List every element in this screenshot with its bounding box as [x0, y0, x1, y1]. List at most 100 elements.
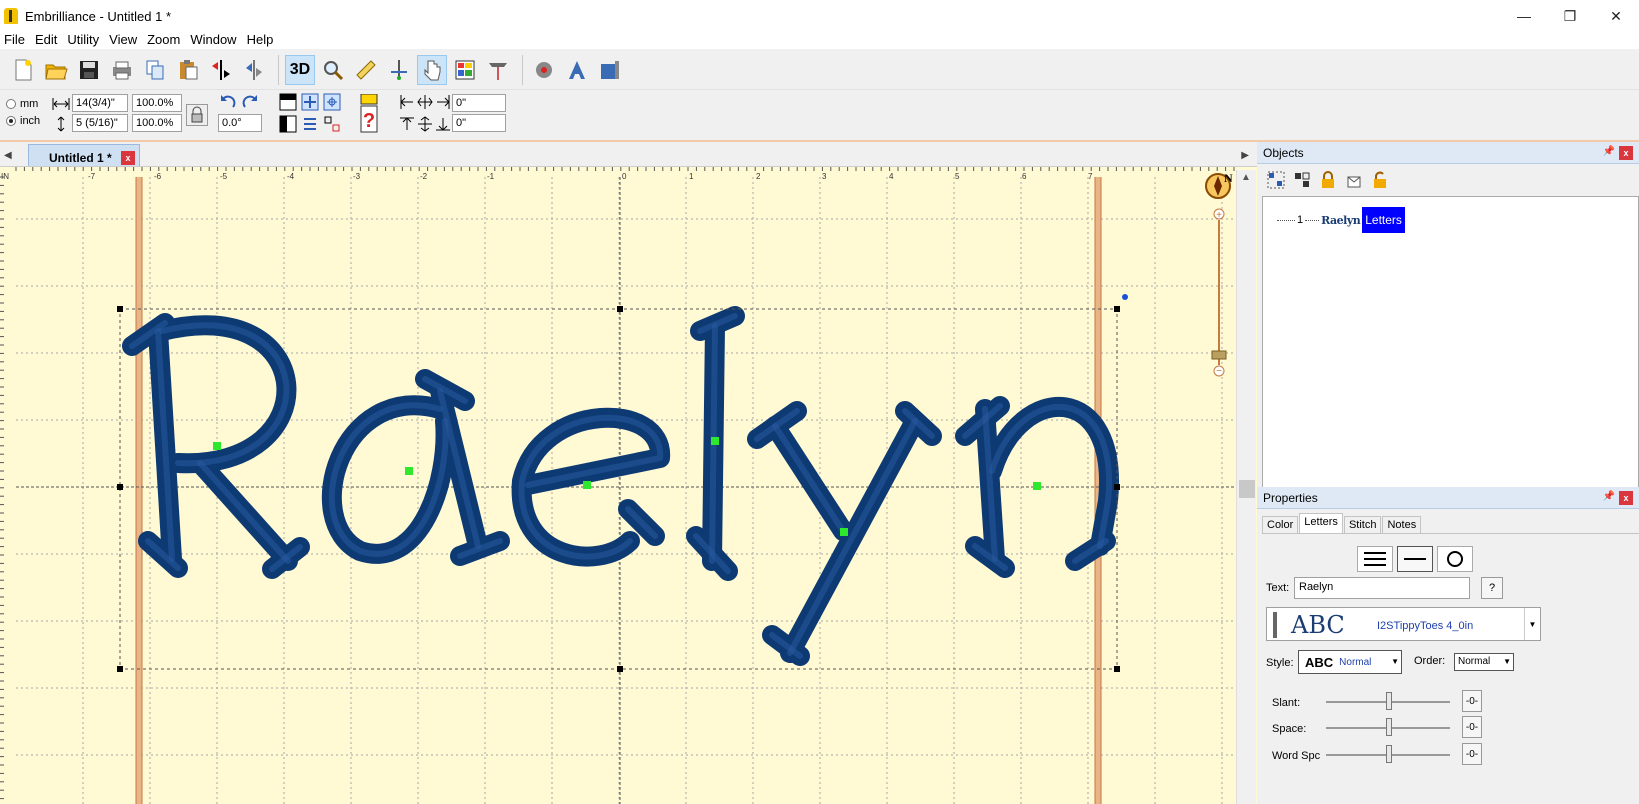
- selection-handle[interactable]: [617, 666, 623, 672]
- save-button[interactable]: [74, 55, 104, 85]
- order-select[interactable]: Normal ▼: [1454, 653, 1514, 671]
- align-left-button[interactable]: [278, 114, 298, 134]
- tab-notes[interactable]: Notes: [1382, 516, 1422, 533]
- menu-file[interactable]: File: [4, 32, 25, 47]
- select-button[interactable]: [417, 54, 447, 85]
- offset-center-v-button[interactable]: [415, 114, 435, 134]
- slant-value[interactable]: -0-: [1462, 690, 1482, 712]
- mirror-vertical-button[interactable]: [239, 55, 269, 85]
- help-hint-button[interactable]: ?: [358, 94, 380, 134]
- space-slider-thumb[interactable]: [1386, 718, 1392, 736]
- tree-item-letters[interactable]: 1 Raelyn Letters: [1277, 207, 1405, 233]
- settings-button[interactable]: [529, 55, 559, 85]
- copy-button[interactable]: [140, 55, 170, 85]
- close-objects-button[interactable]: x: [1619, 146, 1633, 160]
- tab-scroll-right-icon[interactable]: ▶: [1241, 150, 1249, 161]
- letter-marker[interactable]: [1033, 482, 1041, 490]
- letter-marker[interactable]: [840, 528, 848, 536]
- letter-marker[interactable]: [405, 467, 413, 475]
- offset-top-button[interactable]: [397, 114, 417, 134]
- close-properties-button[interactable]: x: [1619, 491, 1633, 505]
- width-field[interactable]: 14(3/4)": [72, 94, 128, 112]
- offset-bottom-button[interactable]: [433, 114, 453, 134]
- new-button[interactable]: [8, 55, 38, 85]
- rotate-left-button[interactable]: [218, 92, 238, 112]
- style-select[interactable]: ABC Normal ▼: [1298, 650, 1402, 674]
- minimize-button[interactable]: —: [1501, 0, 1547, 32]
- offset-x-field[interactable]: 0": [452, 94, 506, 112]
- lock-object-button[interactable]: [1317, 169, 1339, 191]
- 3d-view-button[interactable]: 3D: [285, 54, 315, 85]
- canvas-vertical-scrollbar[interactable]: ▲: [1236, 170, 1256, 804]
- menu-help[interactable]: Help: [247, 32, 274, 47]
- pin-icon[interactable]: 📌: [1603, 491, 1615, 502]
- offset-right-button[interactable]: [433, 92, 453, 112]
- lock-proportions-button[interactable]: [186, 104, 208, 126]
- offset-center-h-button[interactable]: [415, 92, 435, 112]
- offset-left-button[interactable]: [397, 92, 417, 112]
- zoom-slider-thumb[interactable]: [1211, 350, 1227, 360]
- menu-window[interactable]: Window: [190, 32, 236, 47]
- order-dropdown-arrow-icon[interactable]: ▼: [1503, 657, 1511, 666]
- group-button[interactable]: [1265, 169, 1287, 191]
- open-button[interactable]: [41, 55, 71, 85]
- unit-inch-radio[interactable]: [6, 116, 16, 126]
- measure-button[interactable]: [351, 55, 381, 85]
- unit-mm-option[interactable]: mm: [6, 98, 38, 110]
- selection-handle[interactable]: [117, 484, 123, 490]
- multiline-layout-button[interactable]: [1357, 546, 1393, 572]
- close-tab-button[interactable]: x: [121, 151, 135, 165]
- print-button[interactable]: [107, 55, 137, 85]
- text-help-button[interactable]: ?: [1481, 577, 1503, 599]
- scrollbar-thumb[interactable]: [1239, 480, 1255, 498]
- slant-slider-thumb[interactable]: [1386, 692, 1392, 710]
- selection-handle[interactable]: [1114, 484, 1120, 490]
- align-top-button[interactable]: [278, 92, 298, 112]
- center-button[interactable]: [300, 92, 320, 112]
- menu-edit[interactable]: Edit: [35, 32, 57, 47]
- menu-view[interactable]: View: [109, 32, 137, 47]
- paste-button[interactable]: [173, 55, 203, 85]
- font-selector[interactable]: ABC I2STippyToes 4_0in ▼: [1266, 607, 1541, 641]
- offset-y-field[interactable]: 0": [452, 114, 506, 132]
- design-canvas[interactable]: IN -7 -6 -5 -4 -3 -2 -1 0 1 2 3 4 5 6 7: [0, 166, 1257, 804]
- style-dropdown-arrow-icon[interactable]: ▼: [1391, 657, 1399, 666]
- selection-handle[interactable]: [117, 306, 123, 312]
- distribute-button[interactable]: [300, 114, 320, 134]
- scroll-up-icon[interactable]: ▲: [1241, 172, 1251, 183]
- lock-all-button[interactable]: [1369, 169, 1391, 191]
- selection-handle[interactable]: [1114, 306, 1120, 312]
- color-sort-button[interactable]: [450, 55, 480, 85]
- tab-letters[interactable]: Letters: [1299, 513, 1343, 533]
- lettering-button[interactable]: [562, 55, 592, 85]
- height-percent-field[interactable]: 100.0%: [132, 114, 182, 132]
- selection-handle[interactable]: [1114, 666, 1120, 672]
- line-layout-button[interactable]: [1397, 546, 1433, 572]
- close-window-button[interactable]: ✕: [1593, 0, 1639, 32]
- menu-zoom[interactable]: Zoom: [147, 32, 180, 47]
- circle-layout-button[interactable]: [1437, 546, 1473, 572]
- write-to-machine-button[interactable]: [595, 55, 625, 85]
- rotate-handle[interactable]: [1122, 294, 1128, 300]
- text-input[interactable]: Raelyn: [1294, 577, 1470, 599]
- selection-handle[interactable]: [117, 666, 123, 672]
- tab-color[interactable]: Color: [1262, 516, 1299, 533]
- width-percent-field[interactable]: 100.0%: [132, 94, 182, 112]
- hoop-button[interactable]: [384, 55, 414, 85]
- letter-marker[interactable]: [213, 442, 221, 450]
- font-dropdown-arrow-icon[interactable]: ▼: [1524, 608, 1540, 640]
- restore-button[interactable]: ❐: [1547, 0, 1593, 32]
- tree-item-type[interactable]: Letters: [1362, 207, 1405, 233]
- letter-marker[interactable]: [583, 481, 591, 489]
- center-hoop-button[interactable]: [322, 92, 342, 112]
- zoom-button[interactable]: [318, 55, 348, 85]
- space-value[interactable]: -0-: [1462, 716, 1482, 738]
- selection-handle[interactable]: [617, 306, 623, 312]
- rotation-field[interactable]: 0.0°: [218, 114, 262, 132]
- mirror-horizontal-button[interactable]: [206, 55, 236, 85]
- unit-inch-option[interactable]: inch: [6, 115, 40, 127]
- unlock-object-button[interactable]: [1343, 169, 1365, 191]
- ungroup-button[interactable]: [322, 114, 342, 134]
- stitch-simulator-button[interactable]: [483, 55, 513, 85]
- rotate-right-button[interactable]: [240, 92, 260, 112]
